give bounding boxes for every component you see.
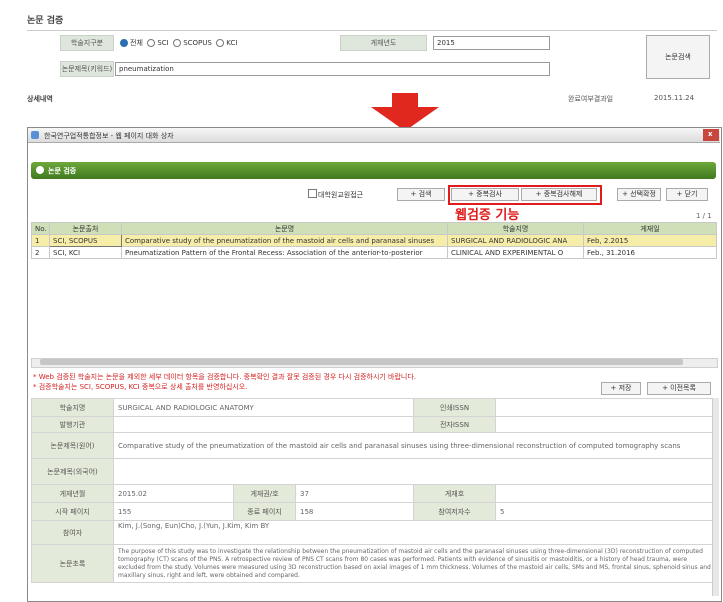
checkbox-label: 대학원교원접근 [318,191,364,199]
results-table: No. 논문출처 논문명 학술지명 게재일 1 SCI, SCOPUS Comp… [31,222,717,259]
search-title: 논문 검증 [27,16,64,26]
year-label: 게재년도 [340,35,427,51]
radio-all[interactable]: 전체 [120,39,143,47]
table-header-row: No. 논문출처 논문명 학술지명 게재일 [31,222,717,235]
journal-type-radios: 전체 SCI SCOPUS KCI [120,38,237,48]
abstract-value: The purpose of this study was to investi… [112,544,718,583]
checkbox[interactable] [308,189,317,198]
close-icon: x [708,130,713,138]
col-no: No. [31,222,50,235]
journal-name-value: SURGICAL AND RADIOLOGIC ANATOMY [112,398,415,417]
page-info: 1 / 1 [696,212,712,220]
ie-icon [31,131,39,139]
vertical-scrollbar[interactable] [712,398,719,596]
table-row[interactable]: 2 SCI, KCI Pneumatization Pattern of the… [31,246,717,259]
note-2: * 검증학술지는 SCI, SCOPUS, KCI 중복으로 상세 출처를 반영… [33,383,248,391]
radio-scopus[interactable]: SCOPUS [173,39,212,47]
issn-value [495,398,718,417]
col-date: 게재일 [583,222,717,235]
keyword-label: 논문제목(키워드) [60,61,114,77]
table-row[interactable]: 1 SCI, SCOPUS Comparative study of the p… [31,234,717,247]
col-source: 논문출처 [49,222,122,235]
annotation-label: 웹검증 기능 [455,208,520,223]
keyword-input[interactable]: pneumatization [115,62,550,76]
select-confirm-button[interactable]: + 선택확정 [617,188,661,201]
panel-title: 논문 검증 [48,167,77,175]
radio-sci[interactable]: SCI [147,39,169,47]
journal-type-label: 학술지구분 [60,35,114,51]
col-title: 논문명 [121,222,448,235]
highlight-box [448,185,602,205]
divider [27,30,717,31]
radio-kci[interactable]: KCI [216,39,237,47]
detail-table: 학술지명 SURGICAL AND RADIOLOGIC ANATOMY 인쇄I… [31,398,718,583]
close-window-button[interactable]: x [703,129,719,141]
status-date: 2015.11.24 [654,94,695,102]
detail-label: 상세내역 [27,95,53,103]
search-button[interactable]: + 검색 [397,188,445,201]
title-value: Comparative study of the pneumatization … [112,432,718,459]
window-title: 한국연구업적통합정보 - 웹 페이지 대화 상자 [44,132,174,140]
scrollbar-thumb[interactable] [40,359,683,365]
status-label: 완료여부결과일 [568,95,614,103]
note-1: * Web 검증된 학술지는 논문을 제외한 세부 데이터 항목을 검증합니다.… [33,373,417,381]
panel-header [31,162,716,179]
save-button[interactable]: + 저장 [601,382,641,395]
paper-search-button[interactable]: 논문검색 [646,35,710,79]
col-journal: 학술지명 [447,222,584,235]
back-to-list-button[interactable]: + 이전목록 [647,382,711,395]
close-button[interactable]: + 닫기 [666,188,708,201]
circle-icon [36,166,44,174]
year-input[interactable]: 2015 [433,36,550,50]
